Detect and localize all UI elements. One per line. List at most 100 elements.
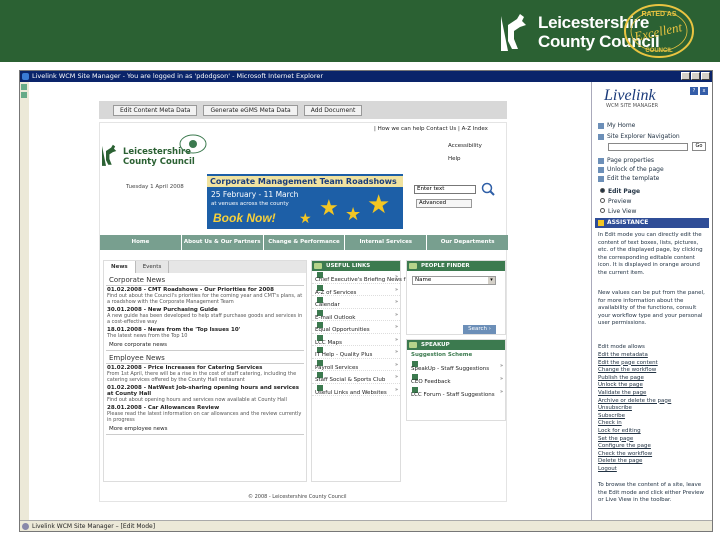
nav-home[interactable]: Home [100, 235, 182, 250]
useful-link-item[interactable]: A-Z of Services » [312, 284, 400, 296]
assistance-paragraph-3: Edit mode allows [598, 344, 645, 350]
advanced-search-link[interactable]: Advanced [416, 199, 472, 208]
star-icon: ★ [367, 190, 391, 220]
speakup-item[interactable]: LCC Forum - Staff Suggestions » [407, 386, 505, 399]
tab-events[interactable]: Events [136, 261, 170, 273]
news-desc: Please read the latest information on ca… [107, 411, 302, 423]
nav-about-us[interactable]: About Us & Our Partners [182, 235, 264, 250]
help-link[interactable]: Edit the page content [598, 360, 708, 368]
help-link[interactable]: Change the workflow [598, 367, 708, 375]
ie-app-icon [22, 73, 29, 80]
help-link[interactable]: Edit the metadata [598, 352, 708, 360]
nav-internal-services[interactable]: Internal Services [345, 235, 428, 250]
useful-link-item[interactable]: Calendar » [312, 296, 400, 309]
help-link[interactable]: Lock for editing [598, 428, 708, 436]
people-finder-heading: PEOPLE FINDER [407, 261, 505, 271]
useful-link-label: A-Z of Services [315, 289, 357, 296]
list-item[interactable]: 01.02.2008 - Price Increases for Caterin… [104, 364, 306, 384]
maximize-icon[interactable] [691, 72, 700, 80]
help-link[interactable]: Set the page [598, 436, 708, 444]
useful-link-item[interactable]: Staff Social & Sports Club » [312, 371, 400, 384]
help-link[interactable]: Publish the page [598, 375, 708, 383]
preview-mode-radio[interactable]: Preview [600, 198, 631, 205]
close-icon[interactable]: x [700, 87, 708, 95]
search-icon[interactable] [480, 182, 496, 196]
list-item[interactable]: 18.01.2008 - News from the 'Top Issues 1… [104, 326, 306, 340]
list-item[interactable]: 30.01.2008 - New Purchasing Guide A new … [104, 306, 306, 326]
toolbar-icon[interactable] [21, 84, 27, 90]
useful-link-item[interactable]: Payroll Services » [312, 359, 400, 371]
edit-template-action[interactable]: Edit the template [598, 175, 659, 182]
news-tabs: News Events [104, 261, 306, 273]
go-button[interactable]: Go [692, 142, 706, 151]
assistance-paragraph-4: To browse the content of a site, leave t… [598, 482, 705, 503]
list-item[interactable]: 01.02.2008 - NatWest Job-sharing opening… [104, 384, 306, 404]
useful-link-item[interactable]: LCC Maps » [312, 334, 400, 346]
help-link[interactable]: Logout [598, 466, 708, 474]
page-properties-action[interactable]: Page properties [598, 157, 654, 164]
add-document-button[interactable]: Add Document [303, 104, 363, 116]
help-link[interactable]: Archive or delete the page [598, 398, 708, 406]
useful-link-item[interactable]: Useful Links and Websites » [312, 384, 400, 396]
useful-link-item[interactable]: IT Help - Quality Plus » [312, 346, 400, 359]
nav-our-departments[interactable]: Our Departments [427, 235, 508, 250]
help-link[interactable]: Check in [598, 420, 708, 428]
site-top-links[interactable]: | How we can help Contact Us | A-Z Index [374, 126, 488, 132]
tab-news[interactable]: News [104, 261, 136, 273]
assistance-links: Edit the metadata Edit the page content … [598, 352, 708, 474]
chevron-down-icon[interactable]: ▾ [488, 277, 495, 284]
assistance-heading: ASSISTANCE [595, 218, 709, 228]
site-explorer-link[interactable]: Site Explorer Navigation [598, 133, 680, 140]
help-link[interactable]: Validate the page [598, 390, 708, 398]
help-link[interactable]: Subscribe [598, 413, 708, 421]
chevron-right-icon: » [394, 374, 398, 380]
minimize-icon[interactable] [681, 72, 690, 80]
more-corporate-news-link[interactable]: More corporate news [106, 340, 304, 351]
toolbar-icon[interactable] [21, 92, 27, 98]
unlock-page-action[interactable]: Unlock of the page [598, 166, 664, 173]
generate-egms-metadata-button[interactable]: Generate eGMS Meta Data [203, 104, 298, 116]
chevron-right-icon: » [394, 336, 398, 343]
live-view-mode-radio[interactable]: Live View [600, 208, 636, 215]
site-explorer-input[interactable] [608, 143, 688, 151]
list-item[interactable]: 01.02.2008 - CMT Roadshows - Our Priorit… [104, 286, 306, 306]
useful-link-item[interactable]: Chief Executive's Briefing News from the… [312, 271, 438, 284]
roadshow-banner[interactable]: Corporate Management Team Roadshows 25 F… [207, 174, 403, 229]
useful-links-panel: USEFUL LINKS Chief Executive's Briefing … [311, 260, 438, 482]
chevron-right-icon: » [499, 376, 503, 382]
edit-page-mode-radio[interactable]: Edit Page [600, 188, 640, 195]
list-item[interactable]: 28.01.2008 - Car Allowances Review Pleas… [104, 404, 306, 424]
my-home-link[interactable]: My Home [598, 122, 635, 129]
status-text: Livelink WCM Site Manager – [Edit Mode] [32, 523, 156, 530]
livelink-panel: Livelink WCM SITE MANAGER ? x My Home Si… [591, 82, 712, 522]
assistance-paragraph-1: In Edit mode you can directly edit the c… [598, 232, 703, 276]
speakup-item[interactable]: CEO Feedback » [407, 373, 505, 386]
help-link[interactable]: Unlock the page [598, 382, 708, 390]
people-search-button[interactable]: Search › [463, 325, 496, 334]
more-employee-news-link[interactable]: More employee news [106, 424, 304, 435]
help-link[interactable]: Delete the page [598, 458, 708, 466]
people-finder-select[interactable]: Name ▾ [412, 276, 496, 285]
site-search-input[interactable]: Enter text [414, 185, 476, 194]
help-link[interactable]: Configure the page [598, 443, 708, 451]
speakup-subheading[interactable]: Suggestion Scheme [407, 350, 505, 360]
roadshow-dates: 25 February - 11 March [211, 190, 299, 199]
help-link[interactable]: Check the workflow [598, 451, 708, 459]
nav-change-performance[interactable]: Change & Performance [264, 235, 346, 250]
accessibility-link[interactable]: Accessibility [448, 143, 482, 149]
edit-content-metadata-button[interactable]: Edit Content Meta Data [113, 104, 198, 116]
useful-link-item[interactable]: E-mail Outlook » [312, 309, 400, 321]
useful-link-label: Calendar [315, 302, 340, 308]
people-finder-panel: PEOPLE FINDER Name ▾ Search › [406, 260, 506, 335]
help-icon[interactable]: ? [690, 87, 698, 95]
chevron-right-icon: » [394, 349, 398, 355]
speakup-item-label: CEO Feedback [411, 379, 451, 385]
livelink-subtitle: WCM SITE MANAGER [606, 103, 659, 109]
help-link[interactable]: Unsubscribe [598, 405, 708, 413]
site-explorer-label: Site Explorer Navigation [607, 133, 680, 140]
speakup-item[interactable]: SpeakUp - Staff Suggestions » [407, 360, 505, 373]
close-icon[interactable] [701, 72, 710, 80]
useful-link-item[interactable]: Equal Opportunities » [312, 321, 400, 334]
help-link[interactable]: Help [448, 156, 461, 162]
chevron-right-icon: » [394, 274, 398, 280]
